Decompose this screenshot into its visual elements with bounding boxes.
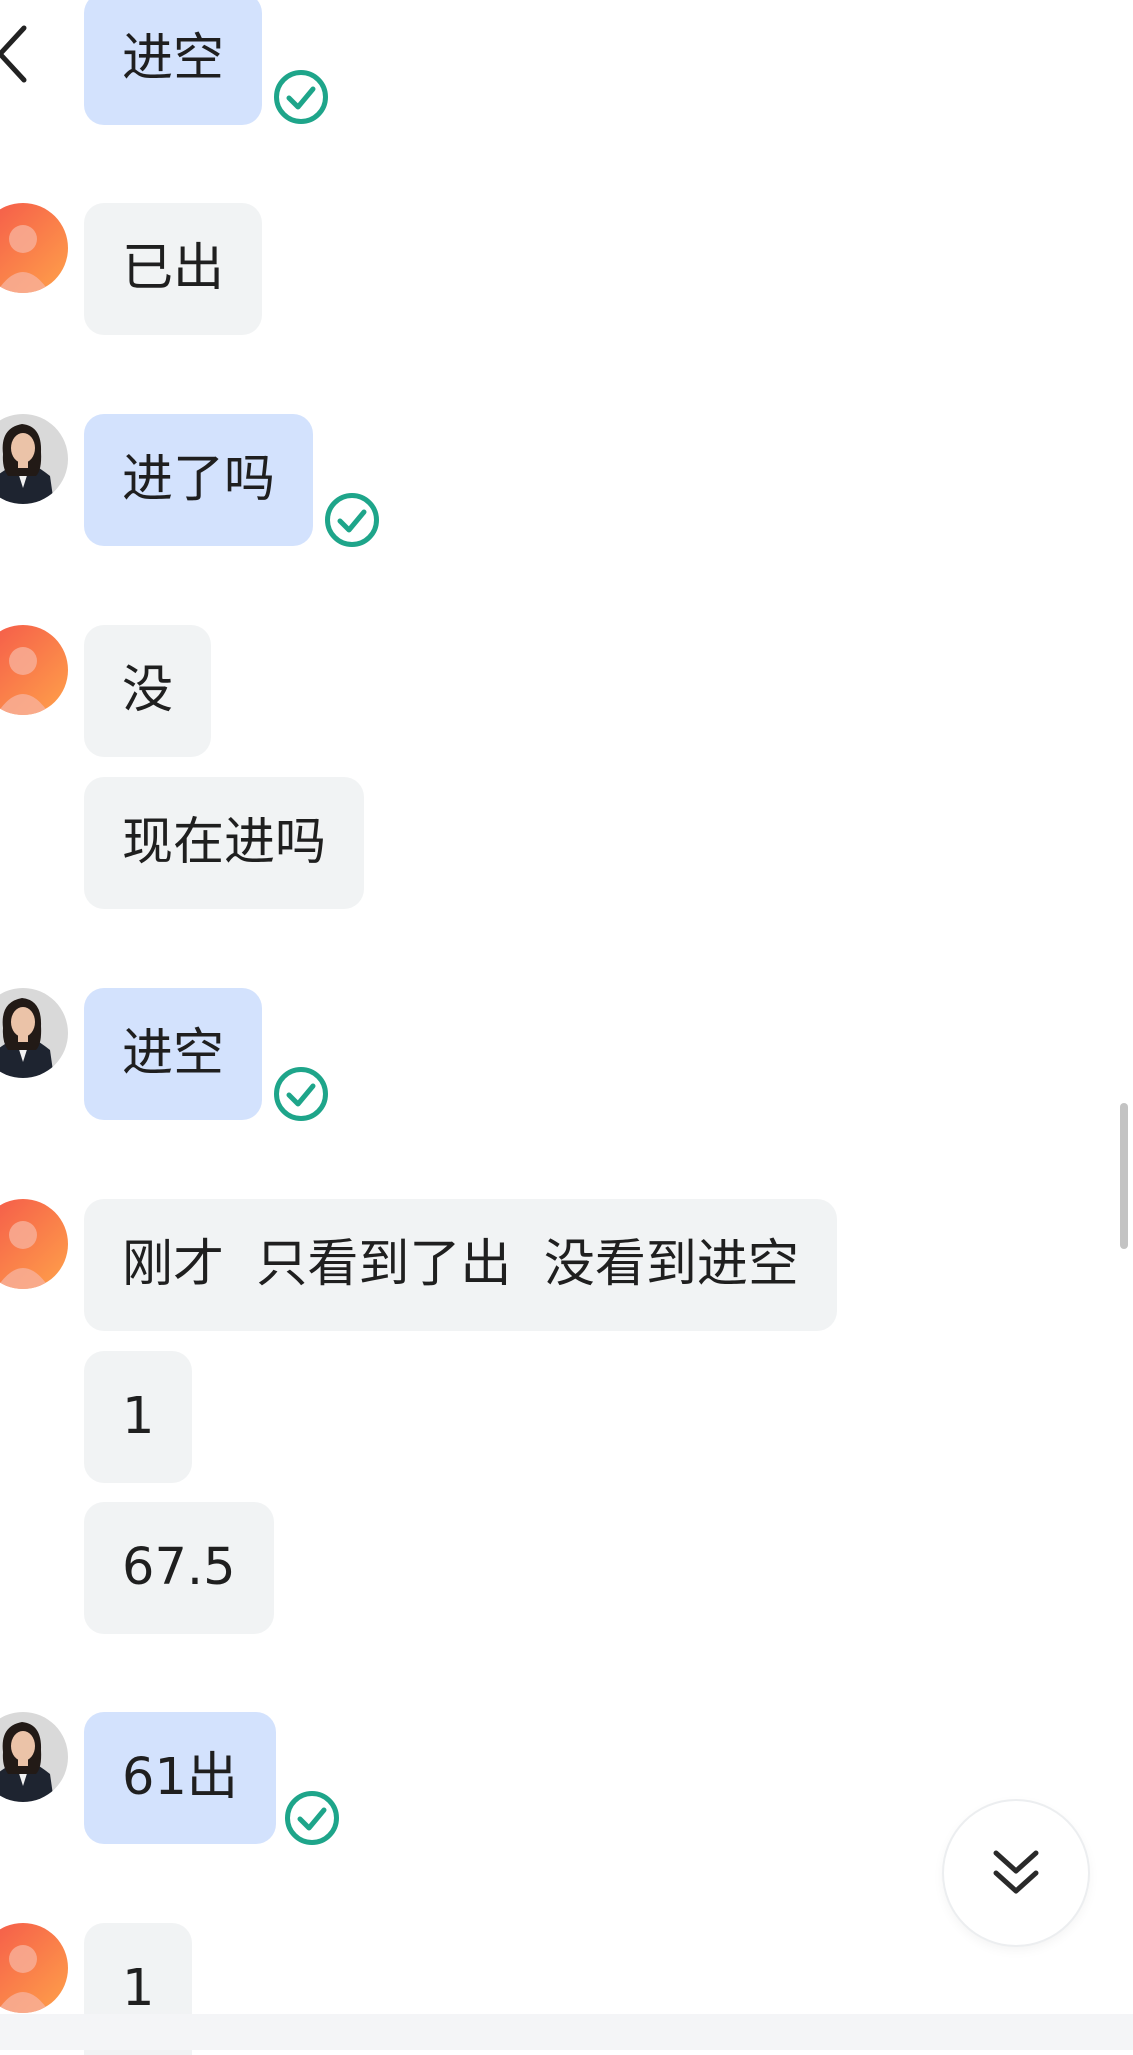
double-chevron-down-icon — [993, 1850, 1039, 1894]
chevron-left-icon — [0, 25, 27, 83]
my-avatar[interactable] — [0, 988, 68, 1078]
contact-avatar[interactable] — [0, 625, 68, 715]
scrollbar-thumb[interactable] — [1120, 1103, 1128, 1249]
person-placeholder-icon — [0, 1923, 68, 2013]
contact-avatar[interactable] — [0, 203, 68, 293]
message-bubble-outgoing[interactable]: 进空 — [84, 0, 263, 125]
back-button[interactable] — [0, 24, 34, 84]
profile-photo — [0, 988, 68, 1078]
person-placeholder-icon — [0, 203, 68, 293]
message-bubble-outgoing[interactable]: 61出 — [84, 1712, 276, 1844]
scroll-to-bottom-button[interactable] — [944, 1801, 1088, 1945]
person-placeholder-icon — [0, 1199, 68, 1289]
message-bubble-incoming[interactable]: 没 — [84, 625, 212, 757]
person-placeholder-icon — [0, 625, 68, 715]
read-check-icon — [285, 1791, 339, 1845]
message-bubble-incoming[interactable]: 67.5 — [84, 1502, 274, 1634]
message-bubble-incoming[interactable]: 1 — [84, 1351, 193, 1483]
read-check-icon — [274, 1067, 328, 1121]
profile-photo — [0, 1712, 68, 1802]
read-check-icon — [274, 70, 328, 124]
contact-avatar[interactable] — [0, 1199, 68, 1289]
message-bubble-incoming[interactable]: 刚才 只看到了出 没看到进空 — [84, 1199, 837, 1331]
message-bubble-incoming[interactable]: 现在进吗 — [84, 777, 365, 909]
bottom-input-bar — [0, 2014, 1133, 2050]
my-avatar[interactable] — [0, 414, 68, 504]
message-bubble-incoming[interactable]: 已出 — [84, 203, 263, 335]
profile-photo — [0, 414, 68, 504]
message-bubble-outgoing[interactable]: 进了吗 — [84, 414, 314, 546]
read-check-icon — [325, 493, 379, 547]
message-bubble-outgoing[interactable]: 进空 — [84, 988, 263, 1120]
my-avatar[interactable] — [0, 1712, 68, 1802]
contact-avatar[interactable] — [0, 1923, 68, 2013]
